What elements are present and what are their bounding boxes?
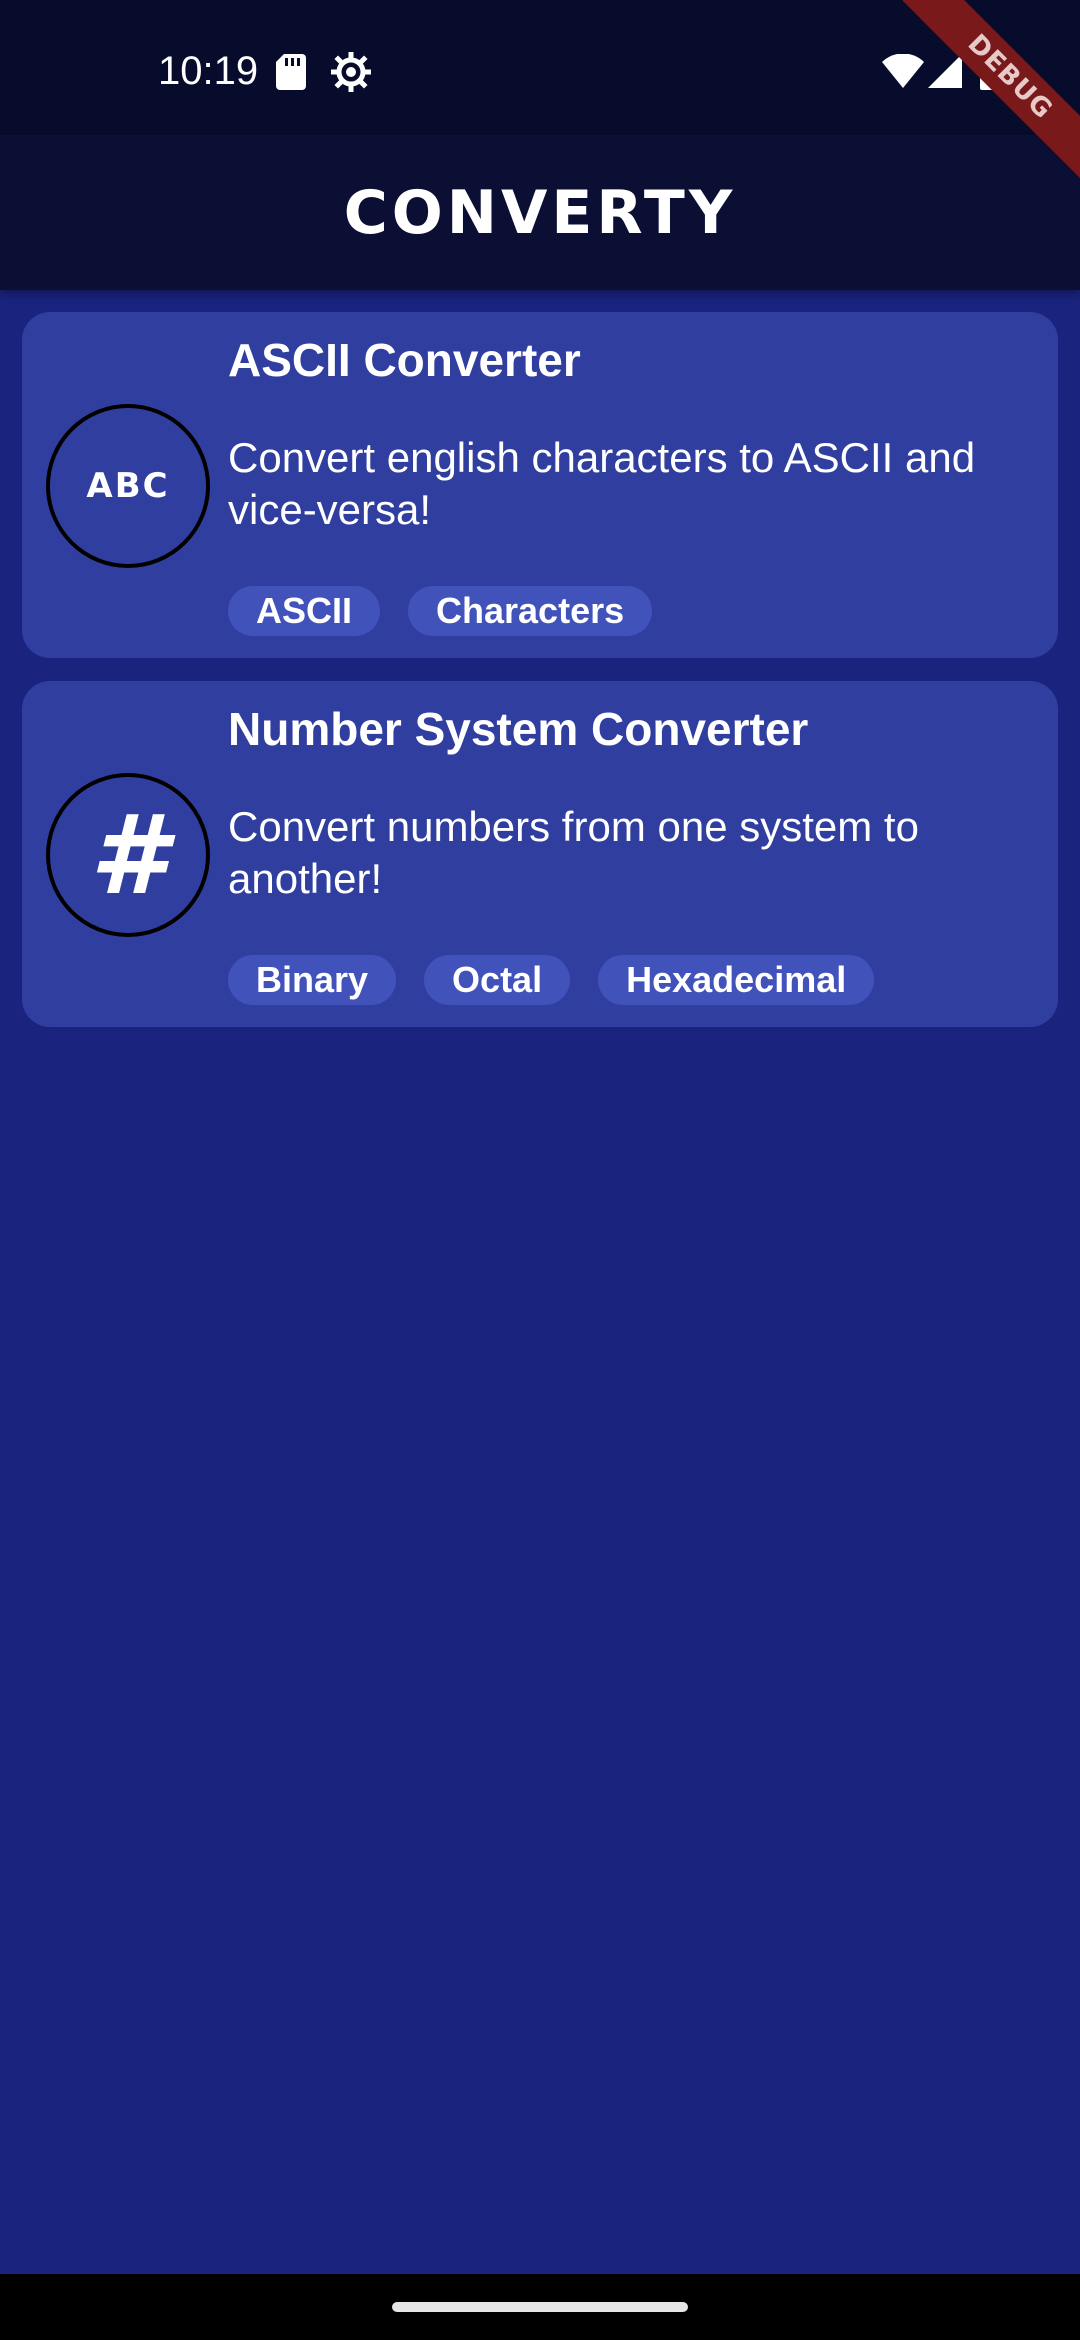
card-avatar: ABC: [46, 404, 210, 568]
converter-card-number-system[interactable]: # Number System Converter Convert number…: [22, 681, 1058, 1027]
tag-list: Binary Octal Hexadecimal: [228, 955, 875, 1005]
tag-chip: Characters: [408, 586, 653, 636]
tag-chip: Binary: [228, 955, 397, 1005]
tag-list: ASCII Characters: [228, 586, 653, 636]
status-bar: 10:19: [0, 0, 1080, 135]
card-description: Convert english characters to ASCII and …: [228, 434, 976, 533]
converter-card-ascii[interactable]: ABC ASCII Converter Convert english char…: [22, 312, 1058, 658]
app-title: CONVERTY: [343, 177, 737, 248]
home-gesture-handle[interactable]: [392, 2302, 688, 2312]
card-avatar: #: [46, 773, 210, 937]
abc-icon: ABC: [86, 466, 170, 506]
wifi-icon: [882, 54, 924, 88]
tag-chip: ASCII: [228, 586, 381, 636]
status-time: 10:19: [158, 49, 259, 93]
card-title: Number System Converter: [228, 703, 809, 755]
app-bar: CONVERTY: [0, 135, 1080, 290]
tag-chip: Hexadecimal: [598, 955, 875, 1005]
battery-icon: [980, 52, 1002, 90]
signal-icon: [928, 54, 962, 88]
navigation-bar: [0, 2274, 1080, 2340]
tag-chip: Octal: [424, 955, 571, 1005]
hash-icon: #: [89, 791, 167, 919]
gear-icon: [331, 52, 371, 92]
card-description: Convert numbers from one system to anoth…: [228, 803, 919, 902]
card-title: ASCII Converter: [228, 334, 581, 386]
sd-card-icon: [276, 54, 306, 90]
